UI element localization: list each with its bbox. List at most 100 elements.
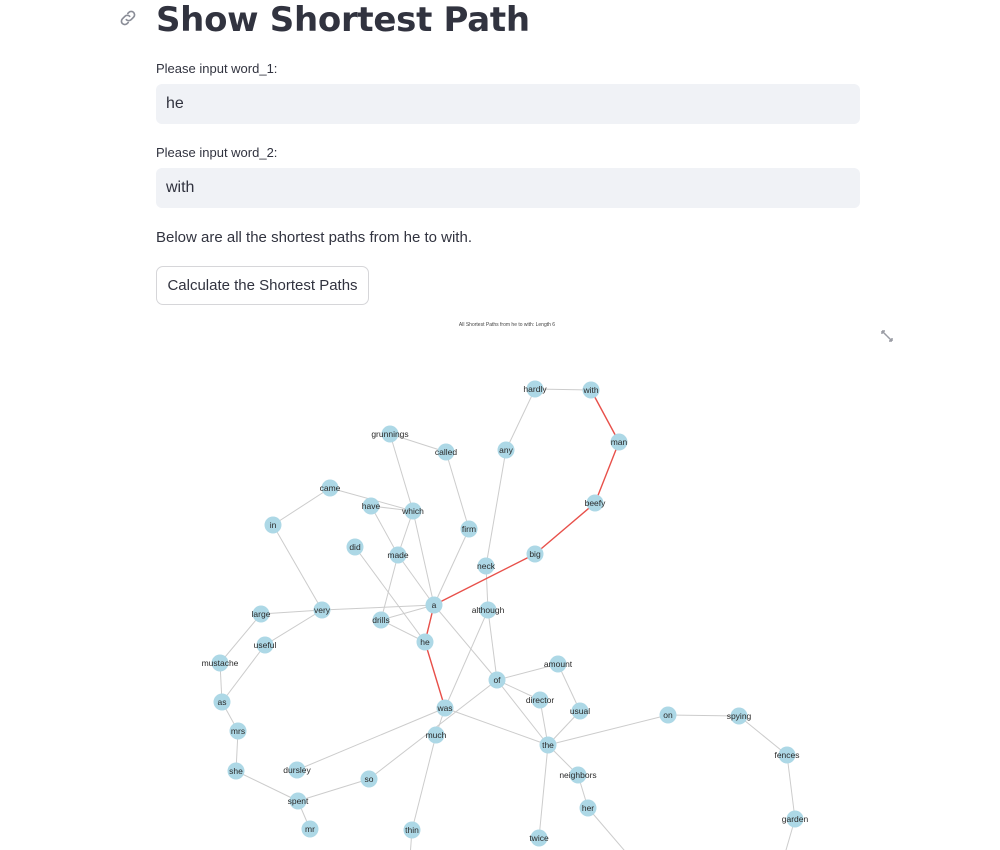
- node-label: very: [314, 605, 331, 615]
- graph-node: was: [436, 699, 454, 717]
- graph-edge: [505, 388, 536, 451]
- node-label: on: [663, 710, 673, 720]
- graph-node: did: [346, 538, 364, 556]
- node-label: useful: [254, 640, 277, 650]
- node-label: thin: [405, 825, 419, 835]
- graph-node: he: [416, 633, 434, 651]
- node-label: director: [526, 695, 555, 705]
- node-label: drills: [372, 615, 389, 625]
- node-label: came: [320, 483, 341, 493]
- graph-node: spying: [727, 707, 752, 725]
- graph-node: mrs: [229, 722, 247, 740]
- node-label: a: [432, 600, 437, 610]
- graph-node: large: [252, 605, 271, 623]
- graph-edge: [272, 524, 323, 611]
- word1-input[interactable]: [156, 84, 860, 124]
- graph-node: with: [582, 381, 600, 399]
- word2-input[interactable]: [156, 168, 860, 208]
- graph-node: mr: [301, 820, 319, 838]
- graph-node: which: [401, 502, 424, 520]
- path-edge: [534, 502, 596, 555]
- node-label: much: [426, 730, 447, 740]
- graph-node: thin: [403, 821, 421, 839]
- node-label: firm: [462, 524, 476, 534]
- graph-node: man: [610, 433, 628, 451]
- node-label: hardly: [523, 384, 547, 394]
- graph-edge: [219, 613, 262, 664]
- node-label: in: [270, 520, 277, 530]
- node-label: garden: [782, 814, 809, 824]
- path-edge: [424, 641, 446, 709]
- node-label: beefy: [585, 498, 607, 508]
- graph-node: a: [425, 596, 443, 614]
- node-label: called: [435, 447, 457, 457]
- page-title: Show Shortest Path: [156, 0, 530, 40]
- graph-edge: [444, 609, 489, 709]
- graph-edge: [444, 707, 549, 746]
- word1-label: Please input word_1:: [156, 61, 278, 76]
- graph-node: as: [213, 693, 231, 711]
- node-label: she: [229, 766, 243, 776]
- graph-edge: [272, 487, 331, 526]
- graph-node: fences: [774, 746, 800, 764]
- node-label: made: [387, 550, 409, 560]
- graph-node: very: [313, 601, 331, 619]
- graph-node: any: [497, 441, 515, 459]
- graph-node: made: [387, 546, 409, 564]
- graph-node: spent: [288, 792, 309, 810]
- graph-node: garden: [782, 810, 809, 828]
- graph-edge: [296, 707, 446, 771]
- node-label: with: [582, 385, 598, 395]
- result-description: Below are all the shortest paths from he…: [156, 229, 472, 246]
- graph-node: neighbors: [559, 766, 597, 784]
- node-label: spent: [288, 796, 309, 806]
- graph-edge: [389, 433, 414, 512]
- node-label: big: [529, 549, 541, 559]
- graph-node: came: [320, 479, 341, 497]
- graph-node: twice: [529, 829, 549, 847]
- node-label: her: [582, 803, 594, 813]
- graph-edge: [786, 754, 796, 820]
- path-graph: All Shortest Paths from he to with: Leng…: [202, 322, 809, 850]
- graph-edge: [485, 449, 507, 567]
- graph-edge: [538, 744, 549, 839]
- node-label: usual: [570, 706, 590, 716]
- node-label: although: [472, 605, 505, 615]
- node-label: mr: [305, 824, 315, 834]
- graph-node: director: [526, 691, 555, 709]
- graph-node: although: [472, 601, 505, 619]
- graph-node: her: [579, 799, 597, 817]
- node-label: the: [542, 740, 554, 750]
- graph-node: hardly: [523, 380, 547, 398]
- link-icon[interactable]: [118, 8, 138, 28]
- path-edge: [590, 389, 620, 443]
- node-label: twice: [529, 833, 549, 843]
- node-label: he: [420, 637, 430, 647]
- node-label: fences: [774, 750, 799, 760]
- graph-node: dursley: [283, 761, 311, 779]
- graph-node: called: [435, 443, 457, 461]
- node-label: have: [362, 501, 381, 511]
- graph-node: drills: [372, 611, 390, 629]
- graph-edge: [411, 734, 437, 831]
- node-label: did: [349, 542, 361, 552]
- graph-node: grunnings: [371, 425, 409, 443]
- graph-node: amount: [544, 655, 573, 673]
- graph-node: the: [539, 736, 557, 754]
- graph-edge: [445, 451, 470, 530]
- graph-edge: [354, 546, 426, 643]
- node-label: neck: [477, 561, 496, 571]
- graph-node: in: [264, 516, 282, 534]
- graph-edge: [587, 807, 625, 850]
- graph-edge: [433, 528, 470, 606]
- path-edge: [594, 441, 620, 504]
- calculate-paths-button[interactable]: Calculate the Shortest Paths: [156, 266, 369, 305]
- node-label: dursley: [283, 765, 311, 775]
- graph-node: big: [526, 545, 544, 563]
- node-label: of: [493, 675, 501, 685]
- graph-node: have: [362, 497, 381, 515]
- graph-node: mustache: [202, 654, 239, 672]
- node-label: man: [611, 437, 628, 447]
- graph-edge: [487, 609, 498, 681]
- graph-node: so: [360, 770, 378, 788]
